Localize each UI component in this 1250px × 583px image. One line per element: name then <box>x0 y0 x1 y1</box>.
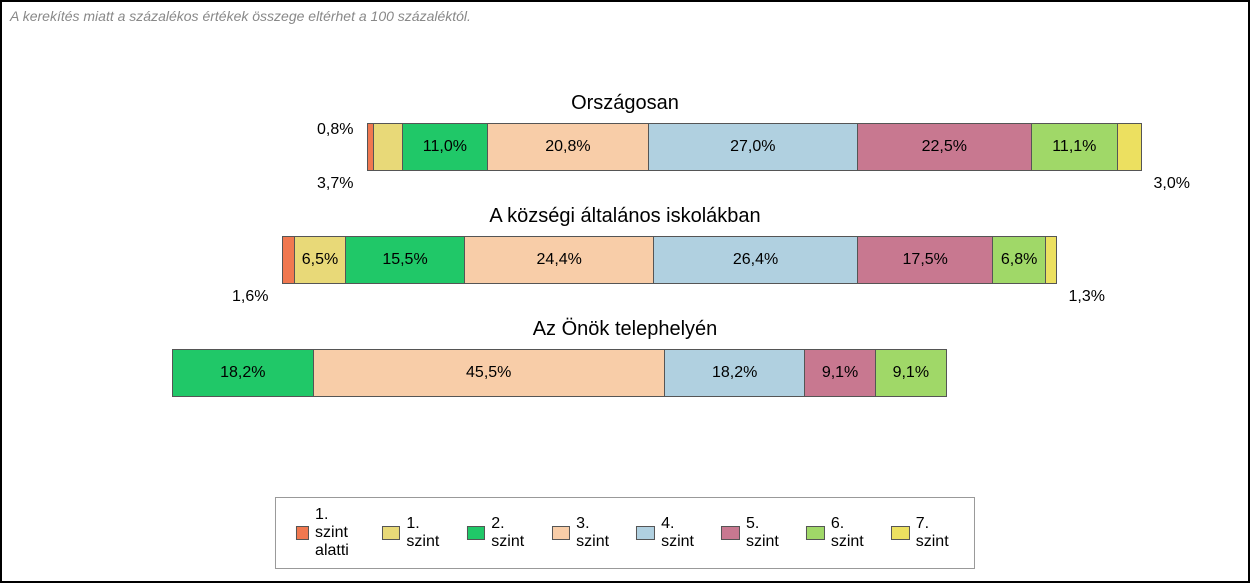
legend-label: 1. szint alatti <box>315 506 360 560</box>
bar-segment <box>1046 237 1056 283</box>
legend-item: 3. szint <box>552 515 615 551</box>
legend-item: 5. szint <box>721 515 784 551</box>
legend-item: 1. szint alatti <box>296 506 360 560</box>
bar-wrap: 1,6%1,3%6,5%15,5%24,4%26,4%17,5%6,8% <box>282 236 1057 284</box>
bar-segment: 18,2% <box>173 350 314 396</box>
bar-wrap: 18,2%45,5%18,2%9,1%9,1% <box>172 349 947 397</box>
legend-item: 4. szint <box>636 515 699 551</box>
bar-segment <box>1118 124 1141 170</box>
chart-frame: A kerekítés miatt a százalékos értékek ö… <box>0 0 1250 583</box>
stacked-bar: 18,2%45,5%18,2%9,1%9,1% <box>172 349 947 397</box>
bar-segment <box>283 237 295 283</box>
bar-wrap: 0,8%3,7%3,0%11,0%20,8%27,0%22,5%11,1% <box>367 123 1142 171</box>
chart-title: Országosan <box>2 92 1248 115</box>
bar-segment: 9,1% <box>805 350 875 396</box>
legend-label: 1. szint <box>406 515 444 551</box>
legend-item: 6. szint <box>806 515 869 551</box>
legend-swatch <box>891 526 910 540</box>
legend-label: 5. szint <box>746 515 784 551</box>
bar-segment: 24,4% <box>465 237 654 283</box>
bar-segment: 6,8% <box>993 237 1046 283</box>
legend-swatch <box>296 526 309 540</box>
legend-label: 4. szint <box>661 515 699 551</box>
chart-title: A községi általános iskolákban <box>2 205 1248 228</box>
legend-swatch <box>467 526 486 540</box>
legend-item: 1. szint <box>382 515 445 551</box>
charts-container: Országosan0,8%3,7%3,0%11,0%20,8%27,0%22,… <box>2 92 1248 431</box>
bar-segment: 15,5% <box>346 237 466 283</box>
legend-label: 2. szint <box>491 515 529 551</box>
bar-segment: 11,0% <box>403 124 488 170</box>
bar-segment: 17,5% <box>858 237 993 283</box>
external-label: 3,7% <box>317 175 353 193</box>
legend-label: 7. szint <box>916 515 954 551</box>
external-label: 0,8% <box>317 121 353 139</box>
external-label: 3,0% <box>1154 175 1190 193</box>
bar-segment: 27,0% <box>649 124 858 170</box>
bar-segment: 9,1% <box>876 350 946 396</box>
legend-swatch <box>382 526 401 540</box>
legend-item: 2. szint <box>467 515 530 551</box>
bar-segment: 6,5% <box>295 237 345 283</box>
chart-block: Az Önök telephelyén18,2%45,5%18,2%9,1%9,… <box>2 318 1248 397</box>
bar-segment: 20,8% <box>488 124 649 170</box>
chart-block: Országosan 0,8%3,7%3,0%11,0%20,8%27,0%22,… <box>2 92 1248 171</box>
external-label: 1,3% <box>1069 288 1105 306</box>
chart-block: A községi általános iskolákban 1,6%1,3%6,… <box>2 205 1248 284</box>
stacked-bar: 11,0%20,8%27,0%22,5%11,1% <box>367 123 1142 171</box>
stacked-bar: 6,5%15,5%24,4%26,4%17,5%6,8% <box>282 236 1057 284</box>
chart-title: Az Önök telephelyén <box>2 318 1248 341</box>
bar-segment: 22,5% <box>858 124 1032 170</box>
bar-segment: 18,2% <box>665 350 806 396</box>
legend-swatch <box>552 526 571 540</box>
legend-swatch <box>636 526 655 540</box>
bar-segment: 45,5% <box>314 350 665 396</box>
legend: 1. szint alatti 1. szint 2. szint 3. szint 4… <box>275 497 975 569</box>
legend-item: 7. szint <box>891 515 954 551</box>
rounding-note: A kerekítés miatt a százalékos értékek ö… <box>10 8 471 24</box>
bar-segment <box>374 124 403 170</box>
external-label: 1,6% <box>232 288 268 306</box>
bar-segment: 26,4% <box>654 237 858 283</box>
legend-label: 3. szint <box>576 515 614 551</box>
bar-segment: 11,1% <box>1032 124 1118 170</box>
legend-swatch <box>721 526 740 540</box>
legend-label: 6. szint <box>831 515 869 551</box>
legend-swatch <box>806 526 825 540</box>
